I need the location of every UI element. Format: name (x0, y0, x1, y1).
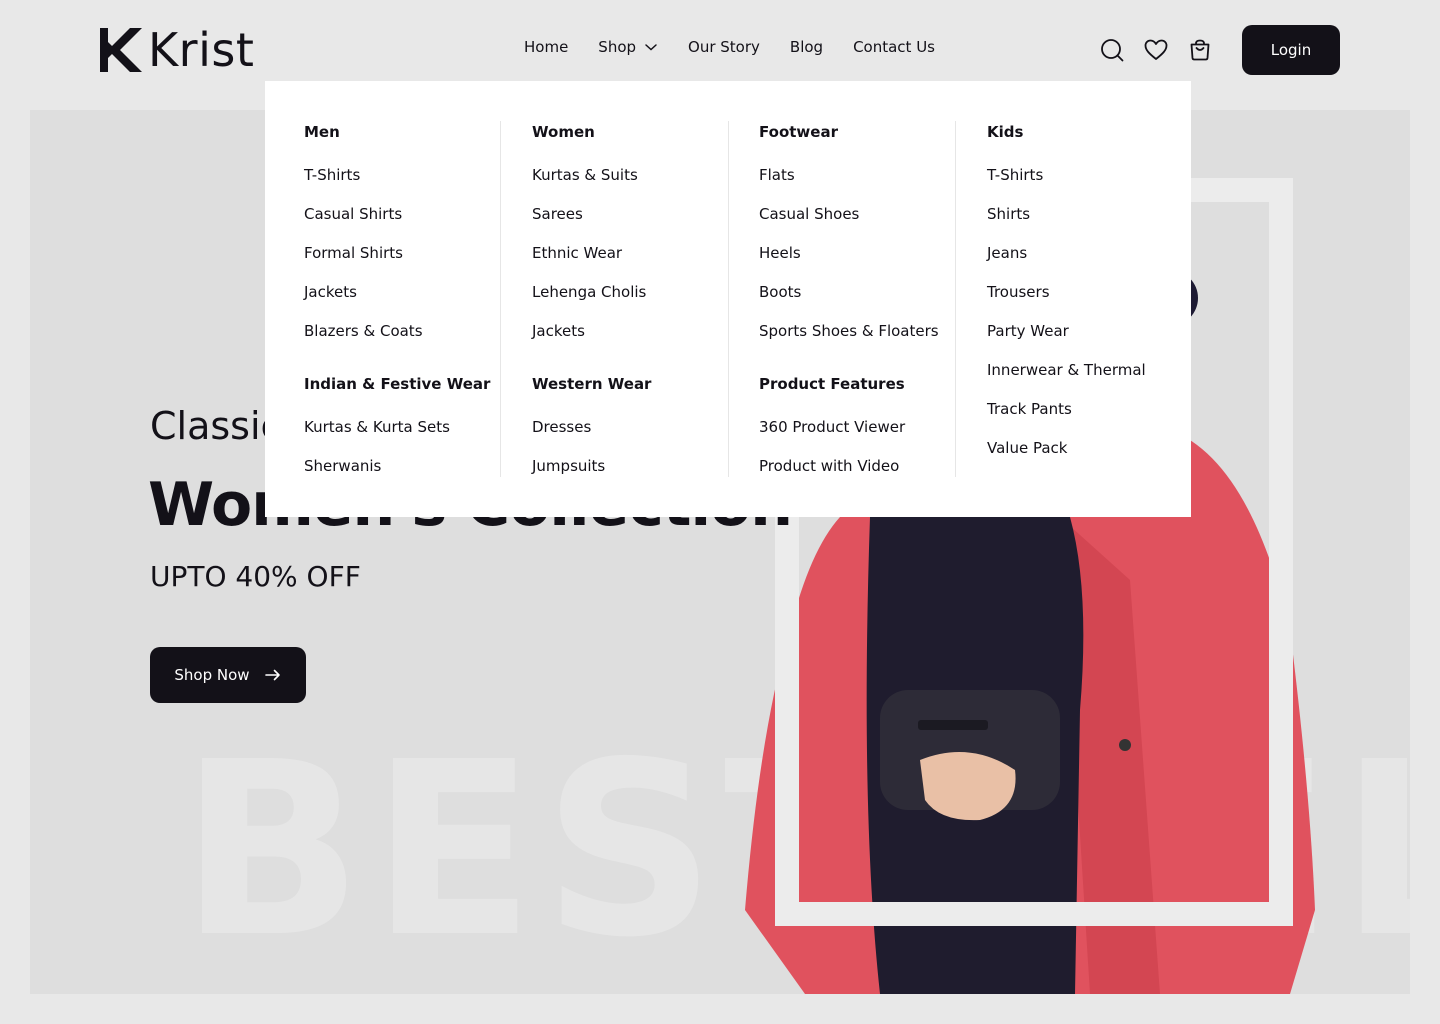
shop-now-label: Shop Now (174, 666, 250, 684)
menu-link[interactable]: Sherwanis (304, 455, 490, 477)
menu-link[interactable]: Kurtas & Kurta Sets (304, 416, 490, 455)
menu-column-men: Men T-Shirts Casual Shirts Formal Shirts… (304, 121, 490, 508)
menu-group: Product Features 360 Product Viewer Prod… (759, 373, 939, 477)
menu-link[interactable]: Blazers & Coats (304, 320, 490, 342)
menu-link[interactable]: Casual Shirts (304, 203, 490, 242)
search-icon[interactable] (1100, 38, 1124, 62)
menu-link[interactable]: Track Pants (987, 398, 1146, 437)
menu-link[interactable]: Innerwear & Thermal (987, 359, 1146, 398)
menu-link[interactable]: Party Wear (987, 320, 1146, 359)
shop-now-button[interactable]: Shop Now (150, 647, 306, 703)
menu-group: Men T-Shirts Casual Shirts Formal Shirts… (304, 121, 490, 342)
menu-link[interactable]: Kurtas & Suits (532, 164, 651, 203)
menu-heading-kids[interactable]: Kids (987, 121, 1146, 143)
header-actions (1100, 38, 1212, 62)
menu-heading-indian-festive[interactable]: Indian & Festive Wear (304, 373, 490, 395)
menu-link[interactable]: Formal Shirts (304, 242, 490, 281)
menu-link[interactable]: Sports Shoes & Floaters (759, 320, 939, 342)
krist-logo-icon (100, 28, 142, 72)
menu-link[interactable]: 360 Product Viewer (759, 416, 939, 455)
menu-link[interactable]: Jumpsuits (532, 455, 651, 477)
menu-group: Kids T-Shirts Shirts Jeans Trousers Part… (987, 121, 1146, 459)
shopping-bag-icon[interactable] (1188, 38, 1212, 62)
menu-link[interactable]: Heels (759, 242, 939, 281)
menu-link[interactable]: Jeans (987, 242, 1146, 281)
menu-column-women: Women Kurtas & Suits Sarees Ethnic Wear … (532, 121, 651, 508)
menu-link[interactable]: Trousers (987, 281, 1146, 320)
menu-group: Footwear Flats Casual Shoes Heels Boots … (759, 121, 939, 342)
menu-link[interactable]: Value Pack (987, 437, 1146, 459)
menu-link[interactable]: Jackets (532, 320, 651, 342)
menu-heading-product-features[interactable]: Product Features (759, 373, 939, 395)
menu-link[interactable]: T-Shirts (304, 164, 490, 203)
menu-heading-women[interactable]: Women (532, 121, 651, 143)
menu-link[interactable]: Dresses (532, 416, 651, 455)
login-button[interactable]: Login (1242, 25, 1340, 75)
menu-link[interactable]: Casual Shoes (759, 203, 939, 242)
menu-divider (500, 121, 501, 477)
brand-logo[interactable]: Krist (100, 23, 255, 77)
menu-heading-men[interactable]: Men (304, 121, 490, 143)
nav-home[interactable]: Home (524, 38, 568, 56)
menu-heading-footwear[interactable]: Footwear (759, 121, 939, 143)
menu-link[interactable]: Flats (759, 164, 939, 203)
menu-group: Western Wear Dresses Jumpsuits (532, 373, 651, 477)
menu-divider (955, 121, 956, 477)
nav-contact[interactable]: Contact Us (853, 38, 935, 56)
heart-icon[interactable] (1144, 38, 1168, 62)
nav-blog[interactable]: Blog (790, 38, 823, 56)
menu-link[interactable]: Ethnic Wear (532, 242, 651, 281)
nav-our-story[interactable]: Our Story (688, 38, 760, 56)
arrow-right-icon (264, 669, 280, 681)
menu-link[interactable]: Jackets (304, 281, 490, 320)
nav-shop[interactable]: Shop (598, 38, 658, 56)
menu-link[interactable]: Shirts (987, 203, 1146, 242)
menu-column-kids: Kids T-Shirts Shirts Jeans Trousers Part… (987, 121, 1146, 490)
menu-column-footwear: Footwear Flats Casual Shoes Heels Boots … (759, 121, 939, 508)
menu-divider (728, 121, 729, 477)
chevron-down-icon (645, 44, 657, 51)
menu-heading-western-wear[interactable]: Western Wear (532, 373, 651, 395)
hero-offer: UPTO 40% OFF (150, 560, 361, 593)
shop-mega-menu: Men T-Shirts Casual Shirts Formal Shirts… (265, 81, 1191, 517)
nav-shop-label: Shop (598, 38, 637, 56)
menu-link[interactable]: Product with Video (759, 455, 939, 477)
menu-group: Women Kurtas & Suits Sarees Ethnic Wear … (532, 121, 651, 342)
menu-link[interactable]: Sarees (532, 203, 651, 242)
menu-link[interactable]: T-Shirts (987, 164, 1146, 203)
main-nav: Home Shop Our Story Blog Contact Us (524, 38, 935, 56)
brand-name: Krist (148, 23, 255, 77)
menu-link[interactable]: Boots (759, 281, 939, 320)
menu-group: Indian & Festive Wear Kurtas & Kurta Set… (304, 373, 490, 477)
menu-link[interactable]: Lehenga Cholis (532, 281, 651, 320)
